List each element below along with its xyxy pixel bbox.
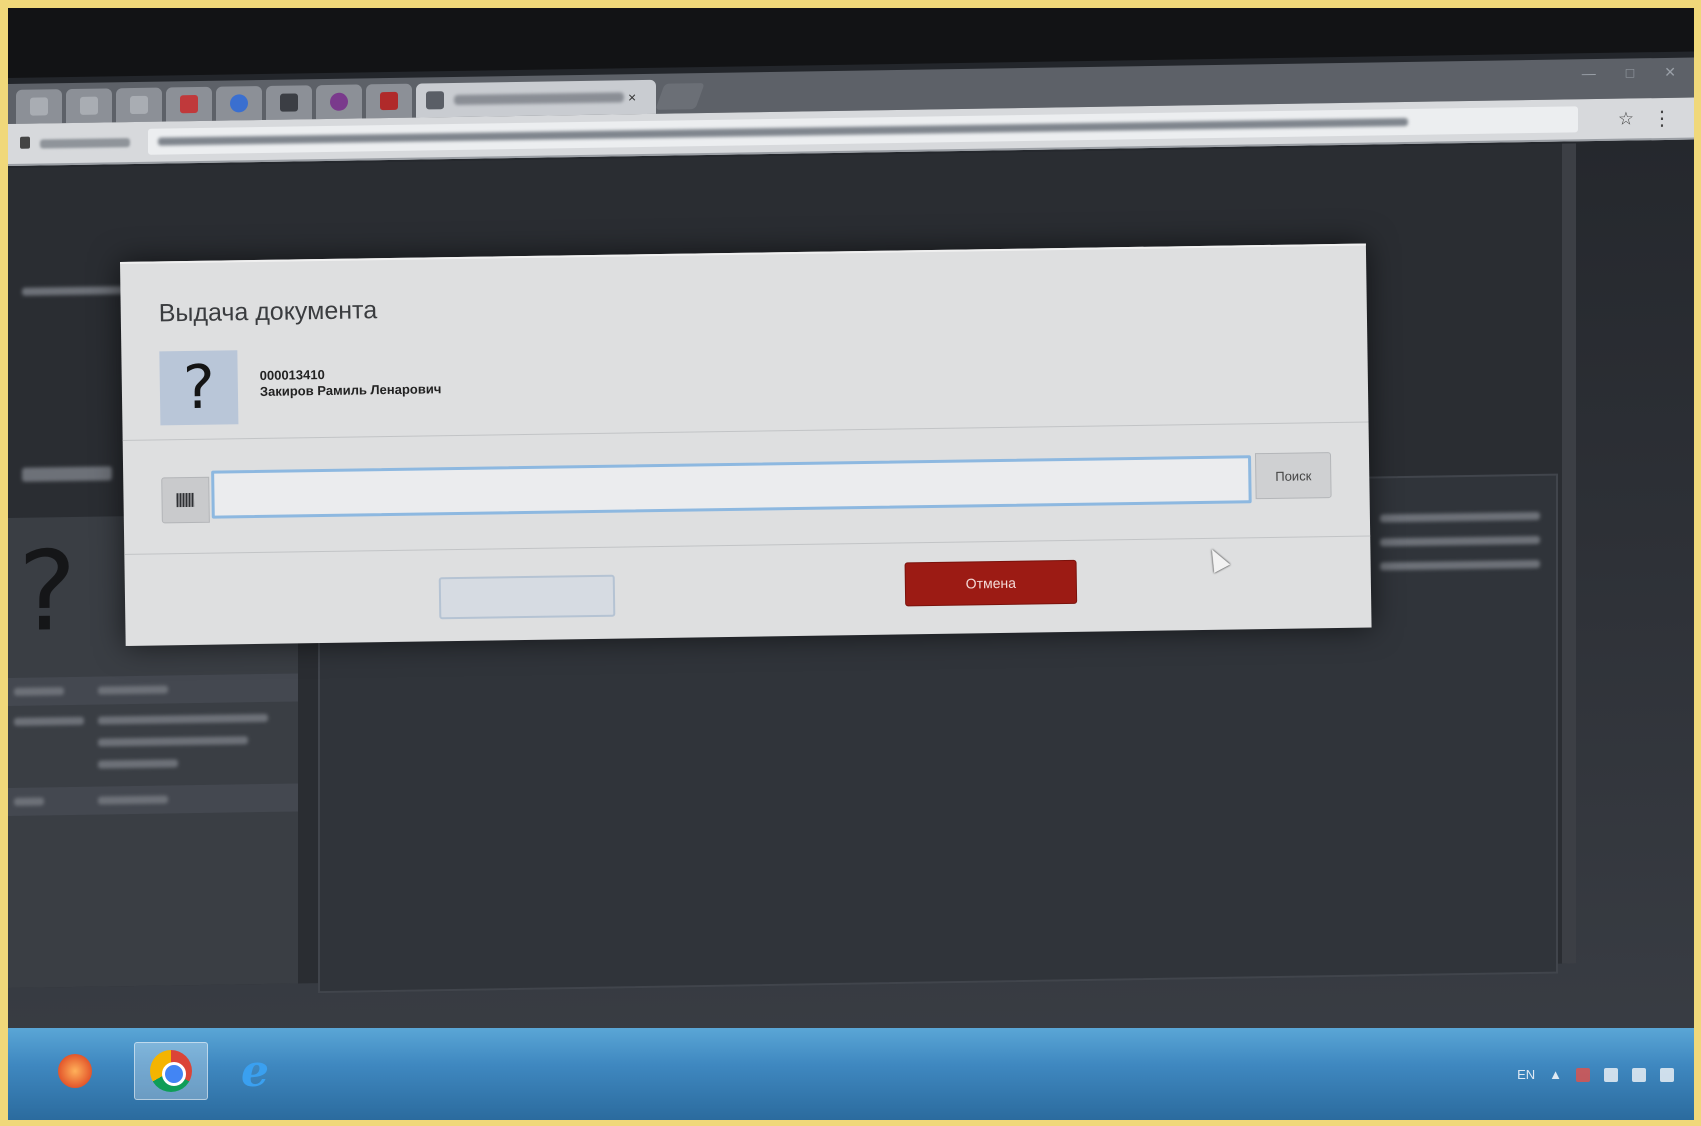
cancel-button[interactable]: Отмена xyxy=(904,559,1078,607)
lock-icon xyxy=(20,136,30,149)
favicon-blue-icon xyxy=(230,94,248,113)
window-controls: — □ ✕ xyxy=(1582,64,1676,82)
ok-button[interactable] xyxy=(438,574,616,620)
dialog-title: Выдача документа xyxy=(158,296,378,328)
favicon-red-icon xyxy=(380,91,398,111)
bg-heading-blurred xyxy=(22,466,112,482)
favicon-dark-icon xyxy=(280,93,298,112)
bg-text-blurred xyxy=(14,716,84,726)
network-icon[interactable] xyxy=(1632,1067,1646,1082)
reader-name: Закиров Рамиль Ленарович xyxy=(259,381,442,399)
bg-avatar-placeholder: ? xyxy=(18,526,77,656)
maximize-icon[interactable]: □ xyxy=(1626,64,1634,81)
favicon-purple-icon xyxy=(330,92,348,111)
page-scrollbar[interactable] xyxy=(1562,143,1576,964)
avatar: ? xyxy=(159,350,239,426)
page-icon xyxy=(426,91,444,110)
monitor-photo: × — □ ✕ ☆ ⋮ ? Выдача документа ? 0000134… xyxy=(8,8,1694,1120)
bg-row xyxy=(8,673,298,706)
page-icon xyxy=(130,95,148,115)
search-button[interactable]: Поиск xyxy=(1254,452,1332,500)
browser-tab[interactable] xyxy=(116,87,162,123)
volume-icon[interactable] xyxy=(1660,1067,1674,1082)
bg-text-blurred xyxy=(98,736,248,747)
taskbar-media-player[interactable] xyxy=(38,1042,112,1100)
bg-text-blurred xyxy=(1380,511,1540,523)
tab-title-blurred xyxy=(454,92,624,105)
taskbar-internet-explorer[interactable]: e xyxy=(218,1042,292,1100)
browser-tab[interactable] xyxy=(366,83,412,119)
divider xyxy=(124,535,1371,555)
search-input[interactable] xyxy=(211,455,1252,519)
security-icon[interactable] xyxy=(1576,1067,1590,1082)
favicon-red-icon xyxy=(180,95,198,114)
close-tab-icon[interactable]: × xyxy=(628,89,636,105)
minimize-icon[interactable]: — xyxy=(1582,65,1596,82)
barcode-icon xyxy=(176,492,195,508)
browser-tab[interactable] xyxy=(316,84,362,120)
page-icon xyxy=(30,97,48,116)
bg-text-blurred xyxy=(1380,535,1540,547)
bg-text-blurred xyxy=(98,795,168,805)
page-icon xyxy=(80,96,98,115)
new-tab-button[interactable] xyxy=(655,83,705,110)
bg-text-blurred xyxy=(98,759,178,769)
reader-id: 000013410 xyxy=(259,366,325,383)
bookmark-star-icon[interactable]: ☆ xyxy=(1618,108,1634,129)
divider xyxy=(122,421,1369,441)
language-indicator[interactable]: EN xyxy=(1517,1067,1535,1082)
browser-tab[interactable] xyxy=(16,89,62,124)
bg-text-blurred xyxy=(14,687,64,696)
bg-text-blurred xyxy=(14,797,44,806)
bg-row xyxy=(8,783,298,816)
device-icon[interactable] xyxy=(1604,1067,1618,1082)
browser-tab[interactable] xyxy=(216,86,262,121)
browser-tab[interactable] xyxy=(266,85,312,120)
tray-expand-icon[interactable]: ▲ xyxy=(1549,1067,1562,1082)
bg-row xyxy=(8,703,298,769)
issue-document-dialog: Выдача документа ? 000013410 Закиров Рам… xyxy=(120,243,1372,646)
secure-label-blurred xyxy=(40,138,130,149)
browser-tab[interactable] xyxy=(66,88,112,124)
bg-text-blurred xyxy=(98,713,268,725)
bg-text-blurred xyxy=(1380,559,1540,571)
avatar-placeholder: ? xyxy=(182,352,216,424)
media-player-icon xyxy=(58,1054,92,1088)
system-tray: EN ▲ xyxy=(1517,1067,1674,1082)
taskbar-chrome[interactable] xyxy=(134,1042,208,1100)
browser-tab-active[interactable]: × xyxy=(416,79,656,118)
bg-text-blurred xyxy=(98,685,168,695)
browser-tab[interactable] xyxy=(166,86,212,122)
chrome-icon xyxy=(150,1050,192,1092)
menu-icon[interactable]: ⋮ xyxy=(1652,106,1672,131)
taskbar: e EN ▲ xyxy=(8,1028,1694,1120)
barcode-scan-button[interactable] xyxy=(161,476,210,524)
url-text-blurred xyxy=(158,118,1408,146)
internet-explorer-icon: e xyxy=(241,1045,269,1097)
close-window-icon[interactable]: ✕ xyxy=(1664,64,1676,81)
